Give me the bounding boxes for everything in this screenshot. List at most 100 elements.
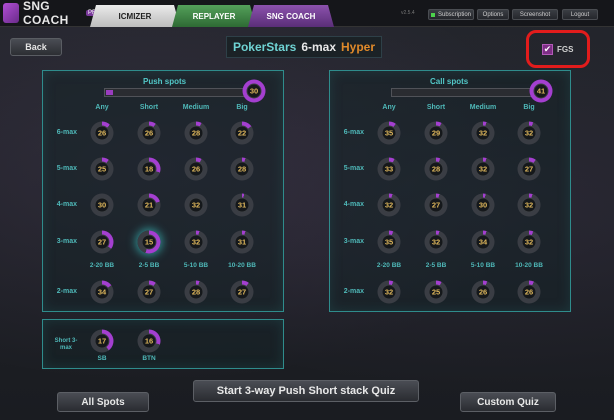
call-spot-3-max-any[interactable]: 35 — [377, 230, 401, 254]
push-spot-4-max-any[interactable]: 30 — [90, 193, 114, 217]
gauge-value: 27 — [97, 237, 107, 247]
short-3max-btn-spot[interactable]: 16 — [137, 329, 161, 353]
tab-sng-coach[interactable]: SNG COACH — [248, 5, 334, 27]
push-spot-5-max-big[interactable]: 28 — [230, 157, 254, 181]
fgs-checkbox[interactable]: ✔ — [542, 44, 553, 55]
gauge-center: 33 — [381, 161, 397, 177]
push-spot-6-max-medium[interactable]: 28 — [184, 121, 208, 145]
push-row-label-3-max: 3-max — [56, 238, 77, 245]
call-spot-6-max-any[interactable]: 35 — [377, 121, 401, 145]
push-spot-3-max-medium[interactable]: 32 — [184, 230, 208, 254]
call-spot-4-max-short[interactable]: 27 — [424, 193, 448, 217]
title-speed: Hyper — [341, 40, 376, 54]
call-spot-4-max-any[interactable]: 32 — [377, 193, 401, 217]
push-spot-4-max-medium[interactable]: 32 — [184, 193, 208, 217]
gauge-value: 34 — [478, 237, 488, 247]
call-spot-6-max-short[interactable]: 29 — [424, 121, 448, 145]
call-row-label-2-max: 2-max — [343, 288, 364, 295]
gauge-value: 28 — [237, 164, 247, 174]
custom-quiz-button[interactable]: Custom Quiz — [460, 392, 556, 412]
push-spot-3-max-any[interactable]: 27 — [90, 230, 114, 254]
call-spot-2-max-1[interactable]: 25 — [424, 280, 448, 304]
app-logo: SNG COACH PRO — [3, 0, 103, 27]
call-col-header-medium: Medium — [469, 104, 497, 111]
gauge-value: 26 — [478, 287, 488, 297]
call-spot-6-max-big[interactable]: 32 — [517, 121, 541, 145]
title-site: PokerStars — [232, 40, 297, 54]
gauge-value: 31 — [237, 200, 247, 210]
gauge-value: 32 — [524, 128, 534, 138]
push-spot-2-max-1[interactable]: 27 — [137, 280, 161, 304]
push-spot-3-max-big[interactable]: 31 — [230, 230, 254, 254]
call-row-label-6-max: 6-max — [343, 129, 364, 136]
gauge-value: 30 — [249, 86, 259, 96]
gauge-center: 16 — [141, 333, 157, 349]
options-button[interactable]: Options — [477, 9, 509, 20]
gauge-center: 32 — [381, 197, 397, 213]
push-spot-5-max-any[interactable]: 25 — [90, 157, 114, 181]
push-row-label-2-max: 2-max — [56, 288, 77, 295]
push-spot-3-max-short[interactable]: 15 — [137, 230, 161, 254]
call-total-counter[interactable]: 41 — [529, 79, 553, 103]
call-col-header-short: Short — [426, 104, 446, 111]
gauge-value: 29 — [431, 128, 441, 138]
call-spot-2-max-3[interactable]: 26 — [517, 280, 541, 304]
call-spot-3-max-short[interactable]: 32 — [424, 230, 448, 254]
push-spot-4-max-short[interactable]: 21 — [137, 193, 161, 217]
gauge-center: 32 — [188, 234, 204, 250]
gauge-center: 26 — [141, 125, 157, 141]
call-spots-panel: Call spots 41 Any Short Medium Big 6-max 35 29… — [329, 70, 571, 312]
call-spot-4-max-medium[interactable]: 30 — [471, 193, 495, 217]
gauge-value: 33 — [384, 164, 394, 174]
tab-replayer[interactable]: REPLAYER — [172, 5, 256, 27]
gauge-center: 18 — [141, 161, 157, 177]
call-panel-title: Call spots — [430, 77, 469, 86]
subscription-button[interactable]: Subscription — [428, 9, 474, 20]
push-spot-2-max-0[interactable]: 34 — [90, 280, 114, 304]
back-button[interactable]: Back — [10, 38, 62, 56]
push-spot-2-max-2[interactable]: 28 — [184, 280, 208, 304]
call-spot-6-max-medium[interactable]: 32 — [471, 121, 495, 145]
call-spot-5-max-any[interactable]: 33 — [377, 157, 401, 181]
gauge-value: 32 — [478, 164, 488, 174]
call-spot-2-max-2[interactable]: 26 — [471, 280, 495, 304]
screenshot-button[interactable]: Screenshot — [512, 9, 558, 20]
push-spot-5-max-medium[interactable]: 26 — [184, 157, 208, 181]
call-spot-5-max-big[interactable]: 27 — [517, 157, 541, 181]
call-spot-5-max-short[interactable]: 28 — [424, 157, 448, 181]
start-quiz-button[interactable]: Start 3-way Push Short stack Quiz — [193, 380, 419, 402]
push-bb-label-0: 2-20 BB — [89, 262, 115, 269]
logout-button[interactable]: Logout — [562, 9, 598, 20]
push-bb-label-1: 2-5 BB — [138, 262, 160, 269]
all-spots-button[interactable]: All Spots — [57, 392, 149, 412]
gauge-value: 35 — [384, 237, 394, 247]
top-bar: SNG COACH PRO ICMIZER REPLAYER SNG COACH… — [0, 0, 614, 27]
call-progress-bar — [391, 88, 538, 97]
gauge-value: 25 — [97, 164, 107, 174]
push-col-header-short: Short — [139, 104, 159, 111]
gauge-center: 27 — [428, 197, 444, 213]
push-spot-6-max-big[interactable]: 22 — [230, 121, 254, 145]
call-spot-4-max-big[interactable]: 32 — [517, 193, 541, 217]
gauge-center: 32 — [475, 125, 491, 141]
push-spot-5-max-short[interactable]: 18 — [137, 157, 161, 181]
push-spot-4-max-big[interactable]: 31 — [230, 193, 254, 217]
call-spot-2-max-0[interactable]: 32 — [377, 280, 401, 304]
gauge-center: 34 — [94, 284, 110, 300]
short-3max-label: Short 3-max — [54, 338, 78, 351]
gauge-center: 29 — [428, 125, 444, 141]
gauge-center: 21 — [141, 197, 157, 213]
push-spot-2-max-3[interactable]: 27 — [230, 280, 254, 304]
gauge-center: 30 — [475, 197, 491, 213]
gauge-center: 26 — [94, 125, 110, 141]
push-spot-6-max-short[interactable]: 26 — [137, 121, 161, 145]
call-spot-3-max-medium[interactable]: 34 — [471, 230, 495, 254]
call-spot-3-max-big[interactable]: 32 — [517, 230, 541, 254]
gauge-value: 15 — [144, 237, 154, 247]
call-col-header-big: Big — [523, 104, 535, 111]
short-3max-sb-spot[interactable]: 17 — [90, 329, 114, 353]
push-spot-6-max-any[interactable]: 26 — [90, 121, 114, 145]
call-spot-5-max-medium[interactable]: 32 — [471, 157, 495, 181]
tab-icmizer[interactable]: ICMIZER — [90, 5, 180, 27]
push-total-counter[interactable]: 30 — [242, 79, 266, 103]
